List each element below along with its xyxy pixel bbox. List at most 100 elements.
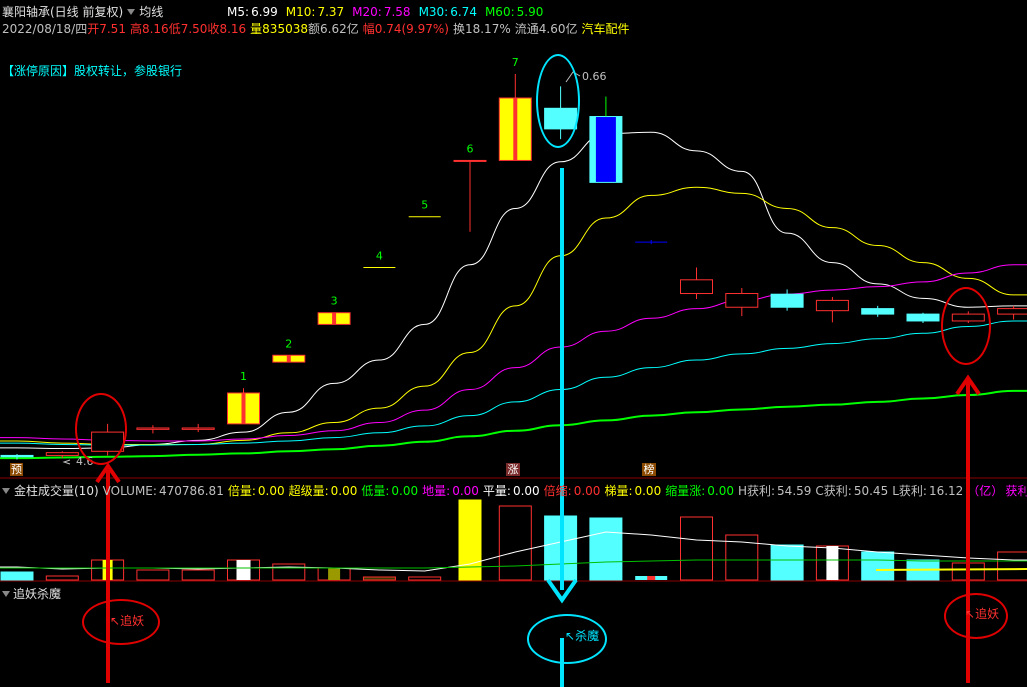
badge-bang: 榜 <box>642 463 656 476</box>
volume-indicator-value: 0.00 <box>573 484 601 498</box>
volume-indicator-value: 0.00 <box>512 484 540 498</box>
volume-bar <box>362 576 396 581</box>
volume-bar-fill <box>826 546 839 580</box>
chart-canvas[interactable]: 1234567 0.66 4.6 <box>0 0 1027 687</box>
volume-indicator-label: 梯量: <box>604 484 633 498</box>
badge-zhang: 涨 <box>506 463 520 476</box>
candle-body <box>680 279 713 295</box>
volume-bar <box>498 505 532 581</box>
count-label: 5 <box>421 199 428 212</box>
dropdown-icon[interactable] <box>2 488 10 494</box>
volume-indicator-value: 0.00 <box>391 484 419 498</box>
volume-indicator-item: 超级量: 0.00 <box>289 484 358 498</box>
volume-bar <box>136 569 170 581</box>
volume-bar <box>181 569 215 581</box>
candle-body <box>725 293 759 308</box>
volume-indicator-label: 倍缩: <box>543 484 572 498</box>
candle-body <box>181 427 215 430</box>
volume-indicator-value: 16.12 <box>928 484 964 498</box>
candle-limit-stripe <box>513 98 518 161</box>
volume-indicator-label: 地量: <box>422 484 451 498</box>
volume-indicator-item: （亿）获利筹 <box>967 484 1027 498</box>
volume-indicator-value: 54.59 <box>777 484 812 498</box>
volume-indicator-value: 0.00 <box>452 484 479 498</box>
high-price-label: 0.66 <box>582 70 607 83</box>
volume-bar <box>861 551 895 581</box>
ma-line-m10 <box>0 186 1027 445</box>
volume-indicator-value: 0.00 <box>330 484 358 498</box>
volume-indicator-label: 平量: <box>482 484 511 498</box>
candle-edge <box>589 116 596 183</box>
buy-signal-left: ↖追妖 <box>110 614 145 628</box>
volume-indicator-values: VOLUME: 470786.81 倍量: 0.00 超级量: 0.00 低量: 0.00 地量… <box>103 484 1027 498</box>
candle-body <box>861 308 895 315</box>
ma-line-m60 <box>0 389 1027 460</box>
candle-limit-stripe <box>332 312 337 325</box>
candle-body <box>770 293 804 308</box>
candle-body <box>45 452 79 456</box>
volume-indicator-label: 缩量涨: <box>665 484 706 498</box>
volume-indicator-item: VOLUME: 470786.81 <box>103 484 224 498</box>
volume-indicator-item: H获利: 54.59 <box>738 484 811 498</box>
volume-bar <box>997 551 1027 581</box>
candle-limit-stripe <box>286 355 291 363</box>
volume-indicator-label: C获利: <box>815 484 852 498</box>
count-labels: 1 2 3 4 5 6 7 <box>240 56 519 383</box>
buy-signal-right-label: 追妖 <box>975 607 1000 621</box>
volume-indicator-value: 470786.81 <box>158 484 224 498</box>
volume-panel-header: 金柱成交量(10) VOLUME: 470786.81 倍量: 0.00 超级量: 0.00… <box>2 482 1027 499</box>
volume-indicator-item: 缩量涨: 0.00 <box>665 484 734 498</box>
highlight-circle-buy-right <box>941 287 991 365</box>
volume-indicator-label: 低量: <box>361 484 390 498</box>
volume-indicator-value: 0.00 <box>257 484 285 498</box>
volume-indicator-value: 0.00 <box>707 484 734 498</box>
volume-indicator-value: 50.45 <box>853 484 889 498</box>
volume-indicator-item: 平量: 0.00 <box>483 484 540 498</box>
volume-bar-fill <box>328 568 341 580</box>
candle-body <box>136 427 170 430</box>
volume-indicator-item: L获利: 16.12 <box>892 484 963 498</box>
candle-body <box>453 159 487 162</box>
volume-indicator-item: 低量: 0.00 <box>361 484 418 498</box>
volume-bar-fill <box>236 560 251 580</box>
count-label: 4 <box>376 249 383 262</box>
candle-body <box>906 313 940 322</box>
buy-signal-right: ↖追妖 <box>965 607 1000 621</box>
highlight-circle-top <box>536 54 580 148</box>
volume-indicator-value: 0.00 <box>634 484 662 498</box>
buy-signal-left-label: 追妖 <box>120 614 145 628</box>
volume-indicator-label: L获利: <box>892 484 927 498</box>
highlight-circle-buy-left <box>75 393 127 465</box>
volume-bar <box>770 544 804 581</box>
candle-body <box>997 308 1027 315</box>
kill-signal: ↖杀魔 <box>565 629 600 643</box>
ma-line-m30 <box>0 320 1027 446</box>
count-label: 1 <box>240 370 247 383</box>
count-label: 3 <box>331 295 338 308</box>
volume-indicator-item: 梯量: 0.00 <box>604 484 661 498</box>
volume-bar <box>589 517 623 581</box>
badge-yu: 预 <box>10 463 23 476</box>
volume-indicator-label: H获利: <box>737 484 776 498</box>
count-label: 2 <box>285 337 292 350</box>
volume-bar <box>680 516 713 581</box>
volume-ma-line <box>875 568 1027 571</box>
low-price-pointer <box>62 459 71 465</box>
candle-body <box>0 454 34 458</box>
ma-lines <box>0 131 1027 460</box>
dropdown-icon[interactable] <box>2 591 10 597</box>
signal-panel-name[interactable]: 追妖杀魔 <box>13 587 61 601</box>
volume-indicator-label: 倍量: <box>227 484 256 498</box>
volume-bar <box>45 575 79 581</box>
volume-indicator-item: C获利: 50.45 <box>815 484 888 498</box>
ma-line-m20 <box>0 264 1027 442</box>
volume-panel-name[interactable]: 金柱成交量(10) <box>14 484 99 498</box>
volume-indicator-item: 地量: 0.00 <box>422 484 479 498</box>
volume-indicator-item: 倍缩: 0.00 <box>544 484 601 498</box>
volume-indicator-label: 超级量: <box>288 484 329 498</box>
candle-limit-stripe <box>241 392 246 424</box>
volume-bar <box>272 563 306 581</box>
kill-signal-label: 杀魔 <box>575 629 600 643</box>
signal-panel-header: 追妖杀魔 <box>2 585 61 602</box>
candle-body <box>815 299 849 312</box>
